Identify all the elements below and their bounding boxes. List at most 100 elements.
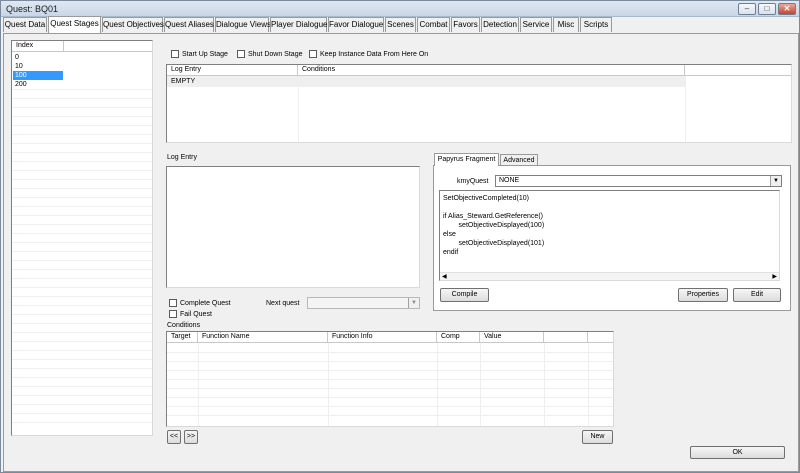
scroll-left-icon[interactable]: ◀ [442, 273, 447, 281]
value-column-header[interactable]: Value [480, 332, 544, 343]
kmyquest-dropdown[interactable]: NONE ▼ [495, 175, 782, 187]
row-gridline [167, 379, 613, 380]
next-quest-dropdown[interactable]: ▼ [307, 297, 420, 309]
log-entries-table[interactable]: Log Entry Conditions EMPTY [166, 64, 792, 143]
row-gridline [12, 197, 152, 198]
row-gridline [12, 314, 152, 315]
row-gridline [12, 359, 152, 360]
tab-favor-dialogue[interactable]: Favor Dialogue [328, 17, 384, 32]
tab-quest-objectives[interactable]: Quest Objectives [102, 17, 164, 32]
minimize-button[interactable]: – [738, 3, 756, 15]
scroll-right-icon[interactable]: ▶ [772, 273, 777, 281]
tab-service[interactable]: Service [520, 17, 552, 32]
tab-scenes[interactable]: Scenes [385, 17, 416, 32]
kmyquest-label: kmyQuest [457, 178, 489, 185]
tab-combat[interactable]: Combat [417, 17, 450, 32]
papyrus-fragment-panel: kmyQuest NONE ▼ SetObjectiveCompleted(10… [433, 165, 791, 311]
row-gridline [12, 116, 152, 117]
tab-papyrus-fragment[interactable]: Papyrus Fragment [434, 153, 499, 166]
tab-quest-aliases[interactable]: Quest Aliases [164, 17, 214, 32]
row-gridline [12, 233, 152, 234]
row-gridline [12, 350, 152, 351]
row-gridline [12, 341, 152, 342]
tab-quest-data[interactable]: Quest Data [3, 17, 47, 32]
properties-button[interactable]: Properties [678, 288, 728, 302]
shut-down-stage-label: Shut Down Stage [248, 51, 303, 58]
code-line-5: else [443, 231, 456, 238]
code-line-4: setObjectiveDisplayed(100) [443, 222, 545, 229]
row-gridline [12, 251, 152, 252]
function-name-column-header[interactable]: Function Name [198, 332, 328, 343]
row-gridline [12, 179, 152, 180]
target-column-header[interactable]: Target [167, 332, 198, 343]
ok-button[interactable]: OK [690, 446, 785, 459]
index-item-10[interactable]: 10 [13, 62, 23, 71]
row-gridline [167, 352, 613, 353]
close-button[interactable]: ✕ [778, 3, 796, 15]
index-column-header[interactable]: Index [12, 41, 64, 52]
start-up-stage-label: Start Up Stage [182, 51, 228, 58]
fail-quest-label: Fail Quest [180, 311, 212, 318]
tab-misc[interactable]: Misc [553, 17, 579, 32]
compile-button[interactable]: Compile [440, 288, 489, 302]
row-gridline [12, 89, 152, 90]
code-line-3: if Alias_Steward.GetReference() [443, 213, 543, 220]
index-column-spacer [64, 41, 152, 52]
fail-quest-checkbox[interactable] [169, 310, 177, 318]
code-line-1: SetObjectiveCompleted(10) [443, 195, 529, 202]
title-bar[interactable]: Quest: BQ01 – □ ✕ [1, 1, 799, 17]
conditions-colline [198, 343, 199, 426]
table-row[interactable]: EMPTY [167, 76, 685, 87]
new-condition-button[interactable]: New [582, 430, 613, 444]
row-gridline [167, 361, 613, 362]
tab-quest-stages[interactable]: Quest Stages [48, 16, 101, 33]
row-gridline [12, 269, 152, 270]
tab-scripts[interactable]: Scripts [580, 17, 612, 32]
conditions-spacer-header [544, 332, 588, 343]
move-up-button[interactable]: << [167, 430, 181, 444]
row-gridline [167, 370, 613, 371]
tab-favors[interactable]: Favors [451, 17, 480, 32]
shut-down-stage-checkbox[interactable] [237, 50, 245, 58]
conditions-colline [544, 343, 545, 426]
log-entry-label: Log Entry [167, 154, 197, 161]
minimize-icon: – [744, 4, 750, 13]
maximize-button[interactable]: □ [758, 3, 776, 15]
window-title: Quest: BQ01 [6, 4, 59, 14]
row-gridline [12, 323, 152, 324]
log-entry-column-header[interactable]: Log Entry [167, 65, 298, 76]
index-item-200[interactable]: 200 [13, 80, 27, 89]
kmyquest-value: NONE [499, 177, 520, 184]
log-table-colline [298, 76, 299, 142]
function-info-column-header[interactable]: Function Info [328, 332, 437, 343]
edit-button[interactable]: Edit [733, 288, 781, 302]
row-gridline [12, 242, 152, 243]
quest-window: Quest: BQ01 – □ ✕ Quest Data Quest Stage… [0, 0, 800, 473]
tab-dialogue-views[interactable]: Dialogue Views [215, 17, 271, 32]
log-entry-textarea[interactable] [166, 166, 420, 288]
row-gridline [12, 413, 152, 414]
comp-column-header[interactable]: Comp [437, 332, 480, 343]
complete-quest-checkbox[interactable] [169, 299, 177, 307]
index-item-0[interactable]: 0 [13, 53, 19, 62]
conditions-table[interactable]: Target Function Name Function Info Comp … [166, 331, 614, 427]
papyrus-code-editor[interactable]: SetObjectiveCompleted(10) if Alias_Stewa… [439, 190, 780, 281]
row-gridline [12, 404, 152, 405]
conditions-colline [328, 343, 329, 426]
log-table-colline [685, 76, 686, 142]
row-gridline [167, 397, 613, 398]
tab-detection[interactable]: Detection [481, 17, 519, 32]
keep-instance-data-checkbox[interactable] [309, 50, 317, 58]
conditions-column-header[interactable]: Conditions [298, 65, 685, 76]
move-down-button[interactable]: >> [184, 430, 198, 444]
row-gridline [12, 422, 152, 423]
row-gridline [12, 296, 152, 297]
row-gridline [12, 332, 152, 333]
start-up-stage-checkbox[interactable] [171, 50, 179, 58]
stage-index-list[interactable]: Index 0 10 100 200 [11, 40, 153, 436]
row-gridline [167, 406, 613, 407]
code-horizontal-scrollbar[interactable]: ◀ ▶ [440, 272, 779, 280]
row-gridline [12, 368, 152, 369]
index-item-100[interactable]: 100 [13, 71, 63, 80]
tab-player-dialogue[interactable]: Player Dialogue [270, 17, 327, 32]
